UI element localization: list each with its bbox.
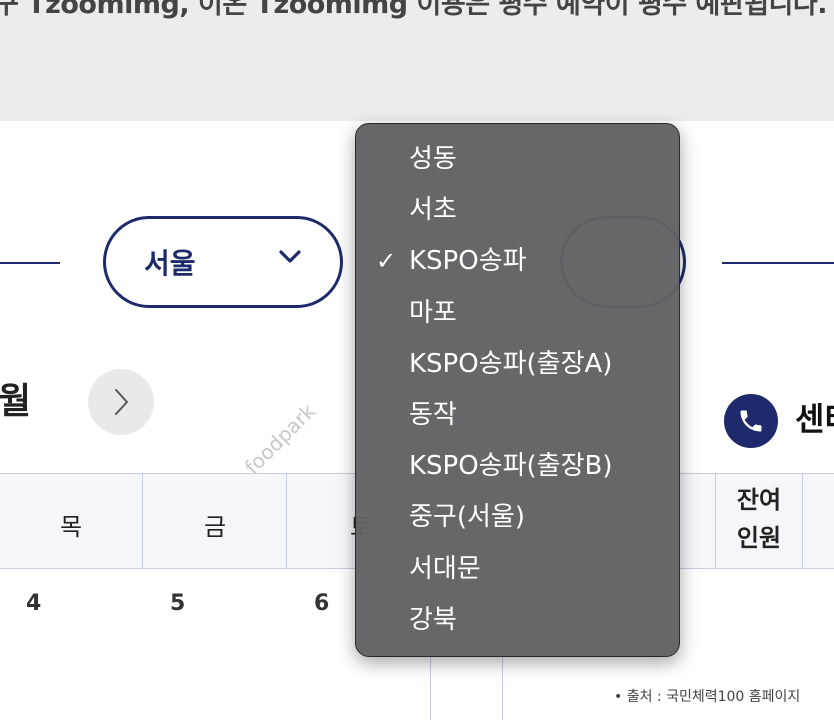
- menu-item-label: 성동: [409, 144, 457, 174]
- phone-glyph-icon: [740, 410, 762, 432]
- center-label: 센터: [795, 400, 834, 438]
- date-cell[interactable]: 5: [170, 591, 185, 616]
- menu-item-dongjak[interactable]: 동작: [356, 390, 679, 441]
- column-divider: [142, 473, 143, 569]
- column-divider: [286, 473, 287, 569]
- menu-item-label: 서초: [409, 195, 457, 226]
- menu-item-label: KSPO송파(출장B): [409, 451, 613, 482]
- top-banner: 구 Tzoomimg, 이온 Tzoomimg 이용은 평수 예약이 평수 예판…: [0, 0, 834, 121]
- phone-icon: [724, 394, 778, 448]
- date-cell[interactable]: 6: [314, 591, 329, 616]
- column-divider: [802, 473, 803, 569]
- menu-item-mapo[interactable]: 마포: [356, 288, 679, 339]
- day-header-thu: 목: [59, 513, 83, 541]
- menu-item-kspo-songpa[interactable]: ✓ KSPO송파: [356, 236, 679, 287]
- menu-item-label: 중구(서울): [409, 502, 525, 533]
- menu-item-seongdong[interactable]: 성동: [356, 134, 679, 185]
- remaining-header: 잔여 인원: [716, 481, 802, 557]
- menu-item-seocho[interactable]: 서초: [356, 185, 679, 236]
- menu-item-label: KSPO송파: [409, 246, 527, 277]
- chevron-down-icon: [279, 250, 301, 263]
- remaining-header-line2: 인원: [736, 524, 782, 552]
- chevron-right-icon: [115, 389, 128, 415]
- menu-item-gangbuk[interactable]: 강북: [356, 595, 679, 646]
- region-select[interactable]: 서울: [103, 216, 343, 308]
- divider-left: [0, 262, 60, 264]
- day-header-fri: 금: [203, 513, 227, 541]
- divider-right: [722, 262, 834, 264]
- center-dropdown-menu[interactable]: 성동 서초 ✓ KSPO송파 마포 KSPO송파(출장A) 동작 KSPO송파(…: [355, 123, 680, 657]
- date-cell[interactable]: 4: [26, 591, 41, 616]
- banner-text: 구 Tzoomimg, 이온 Tzoomimg 이용은 평수 예약이 평수 예판…: [0, 0, 828, 20]
- menu-item-label: 강북: [409, 604, 457, 635]
- next-month-button[interactable]: [88, 369, 154, 435]
- menu-item-kspo-songpa-trip-b[interactable]: KSPO송파(출장B): [356, 441, 679, 492]
- menu-item-label: 서대문: [409, 553, 481, 584]
- watermark: foodpark: [240, 399, 320, 479]
- menu-item-junggu-seoul[interactable]: 중구(서울): [356, 492, 679, 543]
- checkmark-icon: ✓: [376, 247, 397, 276]
- remaining-header-line1: 잔여: [736, 486, 782, 514]
- menu-item-label: 동작: [409, 399, 457, 430]
- region-select-value: 서울: [144, 247, 196, 280]
- month-label: 월: [0, 381, 32, 422]
- menu-item-label: KSPO송파(출장A): [409, 348, 613, 379]
- menu-item-seodaemun[interactable]: 서대문: [356, 544, 679, 595]
- source-note: • 출처 : 국민체력100 홈페이지: [614, 689, 801, 705]
- menu-item-label: 마포: [409, 297, 457, 328]
- menu-item-kspo-songpa-trip-a[interactable]: KSPO송파(출장A): [356, 339, 679, 390]
